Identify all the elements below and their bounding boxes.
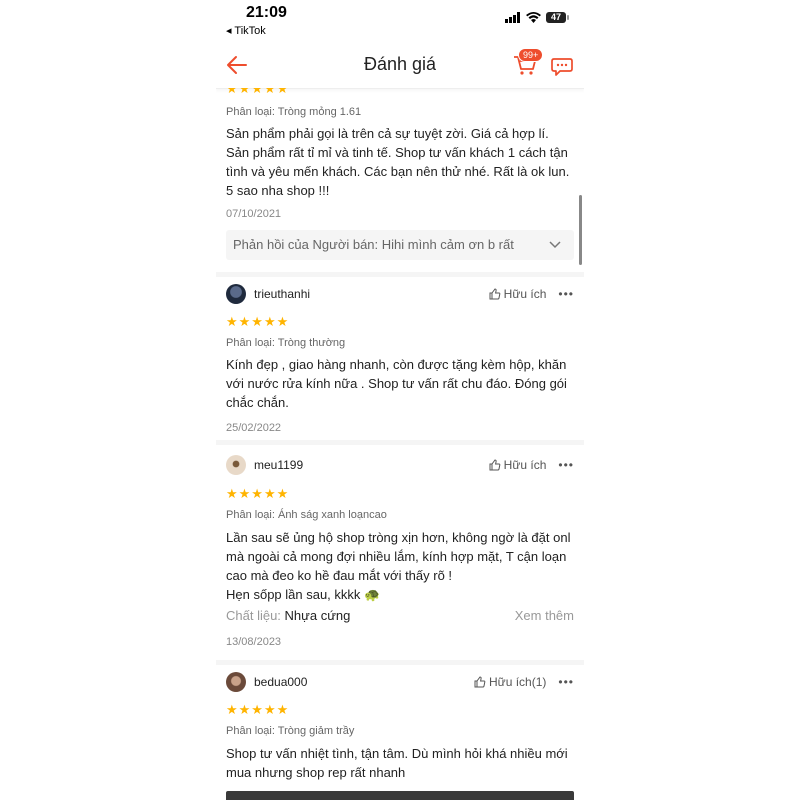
- chevron-down-icon: [549, 241, 561, 249]
- material-label: Chất liệu:: [226, 608, 281, 623]
- more-options-icon[interactable]: •••: [558, 287, 574, 301]
- avatar[interactable]: [226, 672, 246, 692]
- wifi-icon: [526, 12, 541, 23]
- more-options-icon[interactable]: •••: [558, 675, 574, 689]
- review-text-line: Hẹn sốpp lần sau, kkkk 🐢: [226, 587, 381, 602]
- review-username[interactable]: bedua000: [254, 675, 474, 689]
- review-user-row: trieuthanhi Hữu ích •••: [226, 283, 574, 305]
- status-icons: 47: [505, 12, 569, 23]
- review-username[interactable]: trieuthanhi: [254, 287, 489, 301]
- review-date: 25/02/2022: [226, 422, 282, 434]
- avatar[interactable]: [226, 455, 246, 475]
- rating-stars: ★★★★★: [226, 486, 290, 501]
- rating-stars: ★★★★★: [226, 88, 290, 96]
- scrollbar[interactable]: [579, 195, 582, 265]
- see-more-link[interactable]: Xem thêm: [515, 608, 574, 623]
- signal-icon: [505, 12, 520, 23]
- helpful-button[interactable]: Hữu ích(1): [474, 675, 546, 689]
- more-options-icon[interactable]: •••: [558, 458, 574, 472]
- thumbs-up-icon: [474, 676, 486, 688]
- review-text: Shop tư vấn nhiệt tình, tận tâm. Dù mình…: [226, 746, 568, 780]
- review-text: Lần sau sẽ ủng hộ shop tròng xịn hơn, kh…: [226, 530, 571, 583]
- status-bar: 21:09 ◂ TikTok 47: [216, 0, 584, 40]
- review-variant: Phân loại: Tròng mỏng 1.61: [226, 106, 362, 118]
- thumbs-up-icon: [489, 288, 501, 300]
- chat-icon[interactable]: [550, 54, 574, 78]
- material-row: Chất liệu: Nhựa cứng Xem thêm: [226, 608, 574, 623]
- review-date: 13/08/2023: [226, 636, 282, 648]
- status-time: 21:09: [246, 4, 287, 21]
- review-item: ★★★★★ Phân loại: Tròng mỏng 1.61 Sản phẩ…: [216, 88, 584, 277]
- helpful-button[interactable]: Hữu ích: [489, 287, 546, 301]
- reviews-list[interactable]: ★★★★★ Phân loại: Tròng mỏng 1.61 Sản phẩ…: [216, 88, 584, 800]
- avatar[interactable]: [226, 284, 246, 304]
- back-to-app-link[interactable]: ◂ TikTok: [226, 24, 266, 37]
- cart-count-badge: 99+: [518, 48, 544, 62]
- review-user-row: bedua000 Hữu ích(1) •••: [226, 671, 574, 693]
- review-text: Kính đẹp , giao hàng nhanh, còn được tặn…: [226, 357, 567, 410]
- review-variant: Phân loại: Tròng thường: [226, 337, 346, 349]
- review-text: Sản phẩm phải gọi là trên cả sự tuyệt zờ…: [226, 126, 570, 198]
- phone-screen: 21:09 ◂ TikTok 47 Đánh giá 99+ ★★★★★ Phâ…: [216, 0, 584, 800]
- review-variant: Phân loại: Ánh ság xanh loạncao: [226, 509, 387, 521]
- review-item: trieuthanhi Hữu ích ••• ★★★★★ Phân loại:…: [216, 277, 584, 445]
- review-item: bedua000 Hữu ích(1) ••• ★★★★★ Phân loại:…: [216, 665, 584, 800]
- helpful-button[interactable]: Hữu ích: [489, 458, 546, 472]
- rating-stars: ★★★★★: [226, 314, 290, 329]
- seller-reply[interactable]: Phản hồi của Người bán: Hihi mình cảm ơn…: [226, 230, 574, 260]
- review-photo[interactable]: [226, 791, 574, 800]
- thumbs-up-icon: [489, 459, 501, 471]
- seller-reply-label: Phản hồi của Người bán: Hihi mình cảm ơn…: [233, 237, 514, 252]
- material-value: Nhựa cứng: [284, 608, 351, 623]
- rating-stars: ★★★★★: [226, 702, 290, 717]
- review-username[interactable]: meu1199: [254, 458, 489, 472]
- review-date: 07/10/2021: [226, 208, 282, 220]
- review-user-row: meu1199 Hữu ích •••: [226, 454, 574, 476]
- battery-icon: 47: [546, 12, 569, 23]
- review-variant: Phân loại: Tròng giảm trầy: [226, 725, 355, 737]
- review-item: meu1199 Hữu ích ••• ★★★★★ Phân loại: Ánh…: [216, 445, 584, 665]
- top-navbar: Đánh giá 99+: [216, 40, 584, 89]
